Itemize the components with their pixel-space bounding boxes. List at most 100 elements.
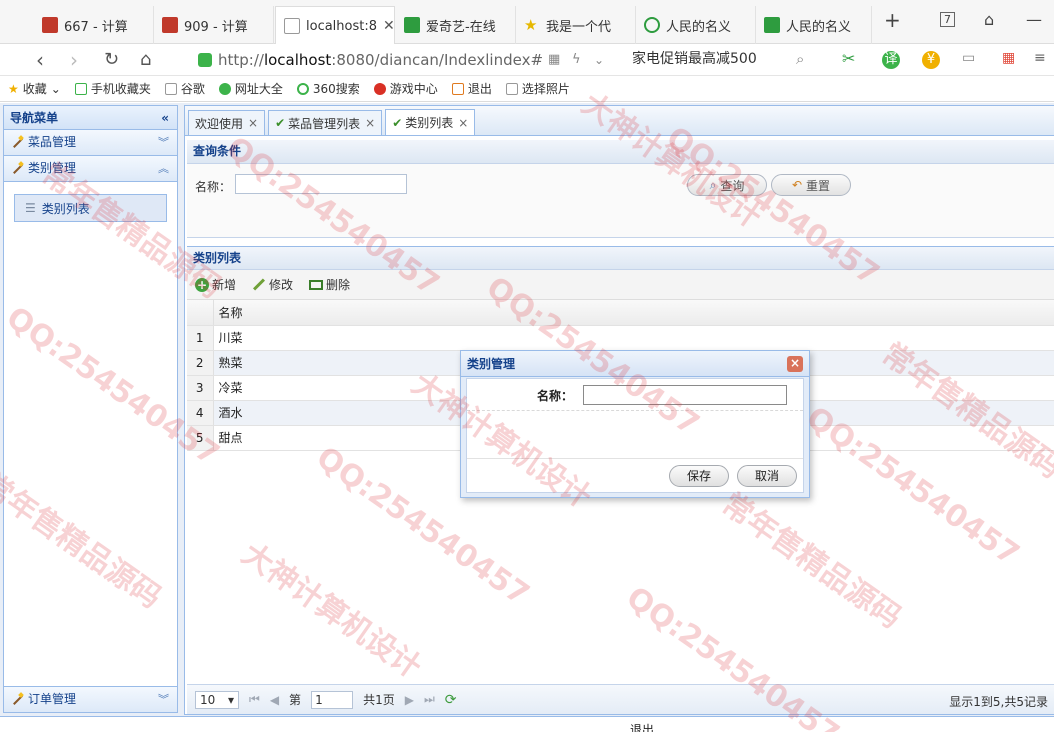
expand-down-icon[interactable]: ︾ bbox=[158, 687, 169, 712]
reset-button[interactable]: ↶ 重置 bbox=[771, 174, 851, 196]
tab-welcome[interactable]: 欢迎使用 × bbox=[188, 110, 266, 135]
add-icon: + bbox=[195, 277, 209, 292]
search-icon[interactable]: ⌕ bbox=[796, 50, 804, 68]
row-number-header bbox=[187, 300, 214, 326]
bookmark-label: 网址大全 bbox=[234, 82, 283, 96]
shirt-icon[interactable]: ⌂ bbox=[984, 10, 994, 29]
edit-button[interactable]: 修改 bbox=[252, 276, 293, 293]
bookmark-360search[interactable]: 360搜索 bbox=[296, 80, 360, 97]
first-page-icon[interactable]: ⏮ bbox=[249, 692, 260, 707]
page-number-input[interactable]: 1 bbox=[311, 690, 354, 709]
bookmark-label: 手机收藏夹 bbox=[90, 82, 151, 96]
promo-text[interactable]: 家电促销最高减500 bbox=[632, 48, 757, 68]
translate-icon[interactable]: 译 bbox=[882, 51, 900, 69]
page-total-label: 共1页 bbox=[363, 693, 395, 707]
document-icon bbox=[505, 82, 518, 95]
bookmark-label: 360搜索 bbox=[312, 82, 360, 96]
browser-tab-active[interactable]: localhost:8 ✕ bbox=[275, 6, 395, 45]
pagination-info: 显示1到5,共5记录 bbox=[949, 695, 1048, 709]
sidebar-section-label: 类别管理 bbox=[28, 161, 77, 175]
sidebar-item-label: 类别列表 bbox=[41, 201, 90, 216]
dialog-title: 类别管理 bbox=[467, 357, 516, 371]
qr-icon[interactable]: ▦ bbox=[548, 52, 560, 67]
security-shield-icon bbox=[198, 53, 212, 67]
tab-count-badge[interactable]: 7 bbox=[940, 12, 955, 27]
scissors-icon[interactable]: ✂ bbox=[842, 49, 855, 68]
minimize-icon[interactable]: — bbox=[1026, 10, 1042, 29]
next-page-icon[interactable]: ▶ bbox=[405, 693, 414, 707]
collapse-left-icon[interactable]: « bbox=[161, 106, 169, 130]
name-search-input[interactable] bbox=[235, 174, 407, 194]
home-icon[interactable]: ⌂ bbox=[140, 49, 151, 70]
dialog-titlebar[interactable]: 类别管理 × bbox=[461, 351, 809, 377]
bookmark-photo[interactable]: 选择照片 bbox=[505, 80, 570, 97]
close-icon[interactable]: × bbox=[458, 116, 468, 130]
browser-tab[interactable]: 人民的名义 bbox=[756, 6, 872, 44]
address-bar: ‹ › ↻ ⌂ http://localhost:8080/diancan/In… bbox=[0, 44, 1054, 76]
reload-icon[interactable]: ↻ bbox=[104, 49, 119, 70]
close-icon[interactable]: × bbox=[248, 116, 258, 130]
bookmark-favorites[interactable]: ★ 收藏 ⌄ bbox=[8, 80, 61, 97]
refresh-icon[interactable]: ⟳ bbox=[445, 692, 457, 708]
menu-icon[interactable]: ≡ bbox=[1034, 50, 1046, 66]
cell-name: 川菜 bbox=[213, 325, 1054, 351]
delete-button[interactable]: 删除 bbox=[309, 276, 350, 293]
sidebar-item-category-list[interactable]: ☰ 类别列表 bbox=[14, 194, 167, 222]
content-tabs: 欢迎使用 × ✔ 菜品管理列表 × ✔ 类别列表 × bbox=[185, 106, 1054, 136]
footer-logout-link[interactable]: 退出 bbox=[630, 721, 654, 732]
close-icon[interactable]: × bbox=[365, 116, 375, 130]
reset-button-label: 重置 bbox=[806, 178, 831, 193]
bookmark-exit[interactable]: 退出 bbox=[451, 80, 492, 97]
forward-icon[interactable]: › bbox=[70, 48, 78, 72]
browser-tab-title: 人民的名义 bbox=[666, 19, 732, 35]
dialog-name-label: 名称： bbox=[537, 389, 574, 403]
star-icon: ★ bbox=[524, 16, 538, 34]
expand-down-icon[interactable]: ︾ bbox=[158, 130, 169, 155]
dialog-footer: 保存 取消 bbox=[467, 458, 803, 492]
browser-tab[interactable]: 人民的名义 bbox=[636, 6, 756, 44]
browser-tab[interactable]: 909 - 计算 bbox=[154, 6, 274, 44]
row-number: 1 bbox=[187, 325, 214, 351]
bookmark-label: 收藏 bbox=[22, 82, 47, 96]
close-icon[interactable]: × bbox=[787, 356, 803, 372]
dialog-name-input[interactable] bbox=[583, 385, 787, 405]
edit-button-label: 修改 bbox=[269, 278, 294, 292]
column-header-name[interactable]: 名称 bbox=[213, 300, 1054, 326]
chevron-down-icon[interactable]: ⌄ bbox=[594, 53, 604, 67]
browser-tab[interactable]: 爱奇艺-在线 bbox=[396, 6, 516, 44]
globe-icon bbox=[218, 82, 231, 95]
image-icon[interactable]: ▭ bbox=[962, 50, 975, 66]
url-field[interactable]: http://localhost:8080/diancan/Indexlinde… bbox=[198, 48, 543, 72]
tab-dish-list[interactable]: ✔ 菜品管理列表 × bbox=[268, 110, 383, 135]
bookmark-mobile[interactable]: 手机收藏夹 bbox=[74, 80, 151, 97]
back-icon[interactable]: ‹ bbox=[36, 48, 44, 72]
bookmark-sites[interactable]: 网址大全 bbox=[218, 80, 283, 97]
coin-icon[interactable]: ¥ bbox=[922, 51, 940, 69]
browser-tab[interactable]: ★ 我是一个代 bbox=[516, 6, 636, 44]
add-button[interactable]: + 新增 bbox=[195, 276, 236, 293]
last-page-icon[interactable]: ⏭ bbox=[424, 692, 435, 707]
browser-tab[interactable]: 667 - 计算 bbox=[34, 6, 154, 44]
lightning-icon[interactable]: ϟ bbox=[572, 52, 581, 67]
cancel-button[interactable]: 取消 bbox=[737, 465, 797, 487]
sidebar-section-category[interactable]: 类别管理 ︽ bbox=[4, 156, 177, 182]
bookmark-google[interactable]: 谷歌 bbox=[164, 80, 205, 97]
apps-icon[interactable]: ▦ bbox=[1002, 50, 1015, 66]
tab-category-list[interactable]: ✔ 类别列表 × bbox=[385, 109, 476, 135]
browser-tab-title: 667 - 计算 bbox=[64, 19, 128, 35]
prev-page-icon[interactable]: ◀ bbox=[270, 693, 279, 707]
collapse-up-icon[interactable]: ︽ bbox=[158, 156, 169, 181]
bookmark-games[interactable]: 游戏中心 bbox=[373, 80, 438, 97]
sidebar-header: 导航菜单 « bbox=[4, 106, 177, 130]
search-button[interactable]: ⌕ 查询 bbox=[687, 174, 767, 196]
row-number: 3 bbox=[187, 375, 214, 401]
sidebar-section-orders[interactable]: 订单管理 ︾ bbox=[4, 686, 177, 712]
new-tab-icon[interactable]: + bbox=[884, 8, 901, 32]
save-button[interactable]: 保存 bbox=[669, 465, 729, 487]
pagination-bar: 10 ▾ ⏮ ◀ 第 1 共1页 ▶ ⏭ ⟳ 显示1到5,共5记录 bbox=[187, 684, 1054, 714]
close-tab-icon[interactable]: ✕ bbox=[383, 18, 394, 34]
nav-sidebar: 导航菜单 « 菜品管理 ︾ 类别管理 ︽ ☰ 类别列表 订单管理 ︾ bbox=[3, 105, 178, 713]
page-size-select[interactable]: 10 ▾ bbox=[195, 690, 239, 709]
sidebar-section-dishes[interactable]: 菜品管理 ︾ bbox=[4, 130, 177, 156]
table-row[interactable]: 1 川菜 bbox=[187, 325, 1054, 351]
